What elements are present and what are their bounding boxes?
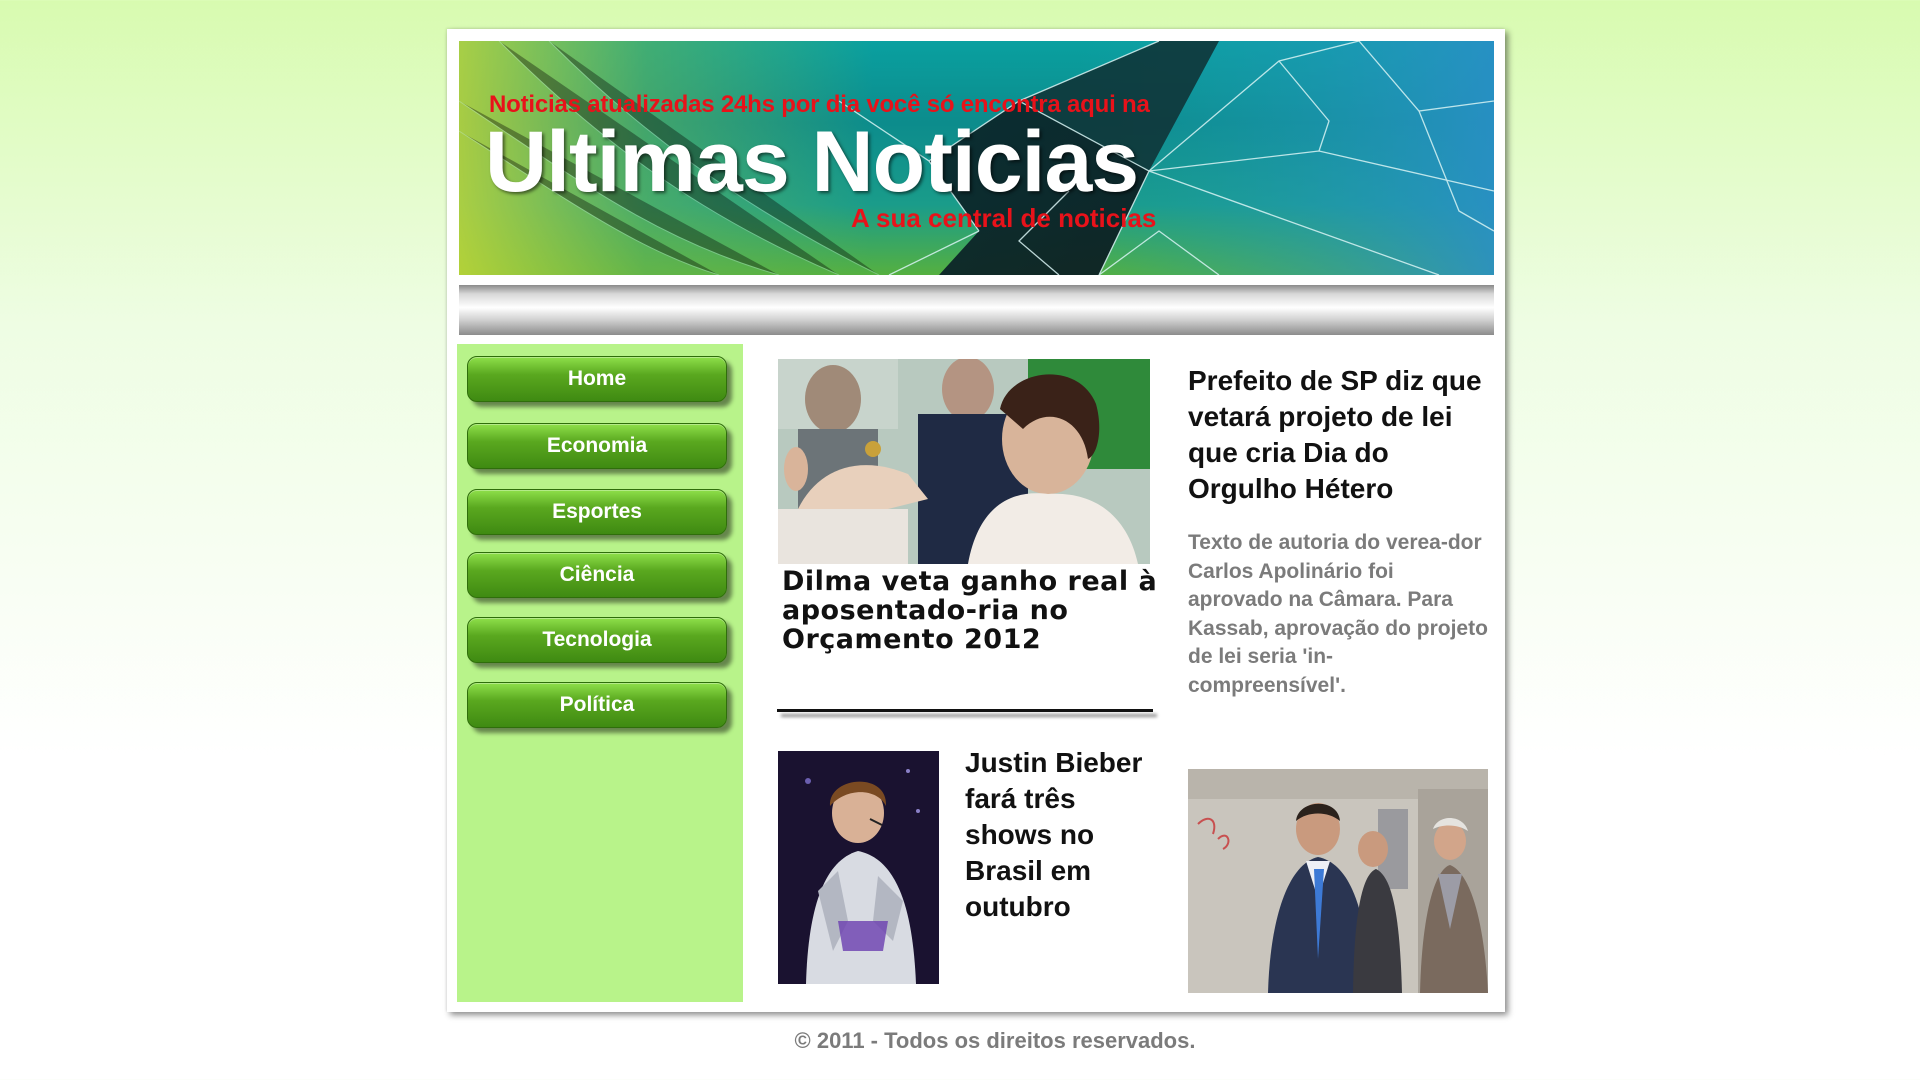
story-separator — [777, 709, 1153, 712]
page-container: Noticias atualizadas 24hs por dia você s… — [447, 29, 1505, 1012]
lead-story-photo[interactable] — [778, 359, 1150, 564]
sidebar-item-politica[interactable]: Política — [467, 682, 727, 728]
sidebar-item-label: Tecnologia — [542, 628, 652, 651]
sidebar-item-ciencia[interactable]: Ciência — [467, 552, 727, 598]
sidebar-item-tecnologia[interactable]: Tecnologia — [467, 617, 727, 663]
kassab-story-image — [1188, 769, 1488, 993]
bieber-story-headline[interactable]: Justin Bieber fará três shows no Brasil … — [965, 745, 1155, 925]
side-story-summary: Texto de autoria do verea-dor Carlos Apo… — [1188, 531, 1488, 697]
sidebar-item-home[interactable]: Home — [467, 356, 727, 402]
lead-story-headline[interactable]: Dilma veta ganho real à aposentado-ria n… — [782, 567, 1162, 654]
sidebar-item-label: Home — [567, 367, 627, 390]
sidebar-item-esportes[interactable]: Esportes — [467, 489, 727, 535]
sidebar-item-economia[interactable]: Economia — [467, 423, 727, 469]
sidebar-item-label: Ciência — [559, 563, 635, 586]
header-divider-bar — [459, 285, 1494, 335]
sidebar-item-label: Economia — [546, 434, 648, 457]
side-story-headline[interactable]: Prefeito de SP diz que vetará projeto de… — [1188, 363, 1488, 507]
header-banner: Noticias atualizadas 24hs por dia você s… — [459, 41, 1494, 275]
sidebar-item-label: Esportes — [552, 500, 642, 523]
kassab-story-photo[interactable] — [1188, 769, 1488, 993]
site-title: Ultimas Noticias — [485, 114, 1139, 210]
bieber-story-image — [778, 751, 939, 984]
sidebar-menu: Home Economia Esportes Ciência Tecnologi… — [457, 344, 743, 1002]
site-subtitle: A sua central de noticias — [851, 203, 1157, 233]
footer-copyright: © 2011 - Todos os direitos reservados. — [794, 1028, 1196, 1053]
sidebar-item-label: Política — [559, 693, 635, 716]
lead-story-image — [778, 359, 1150, 564]
bieber-story-photo[interactable] — [778, 751, 939, 984]
